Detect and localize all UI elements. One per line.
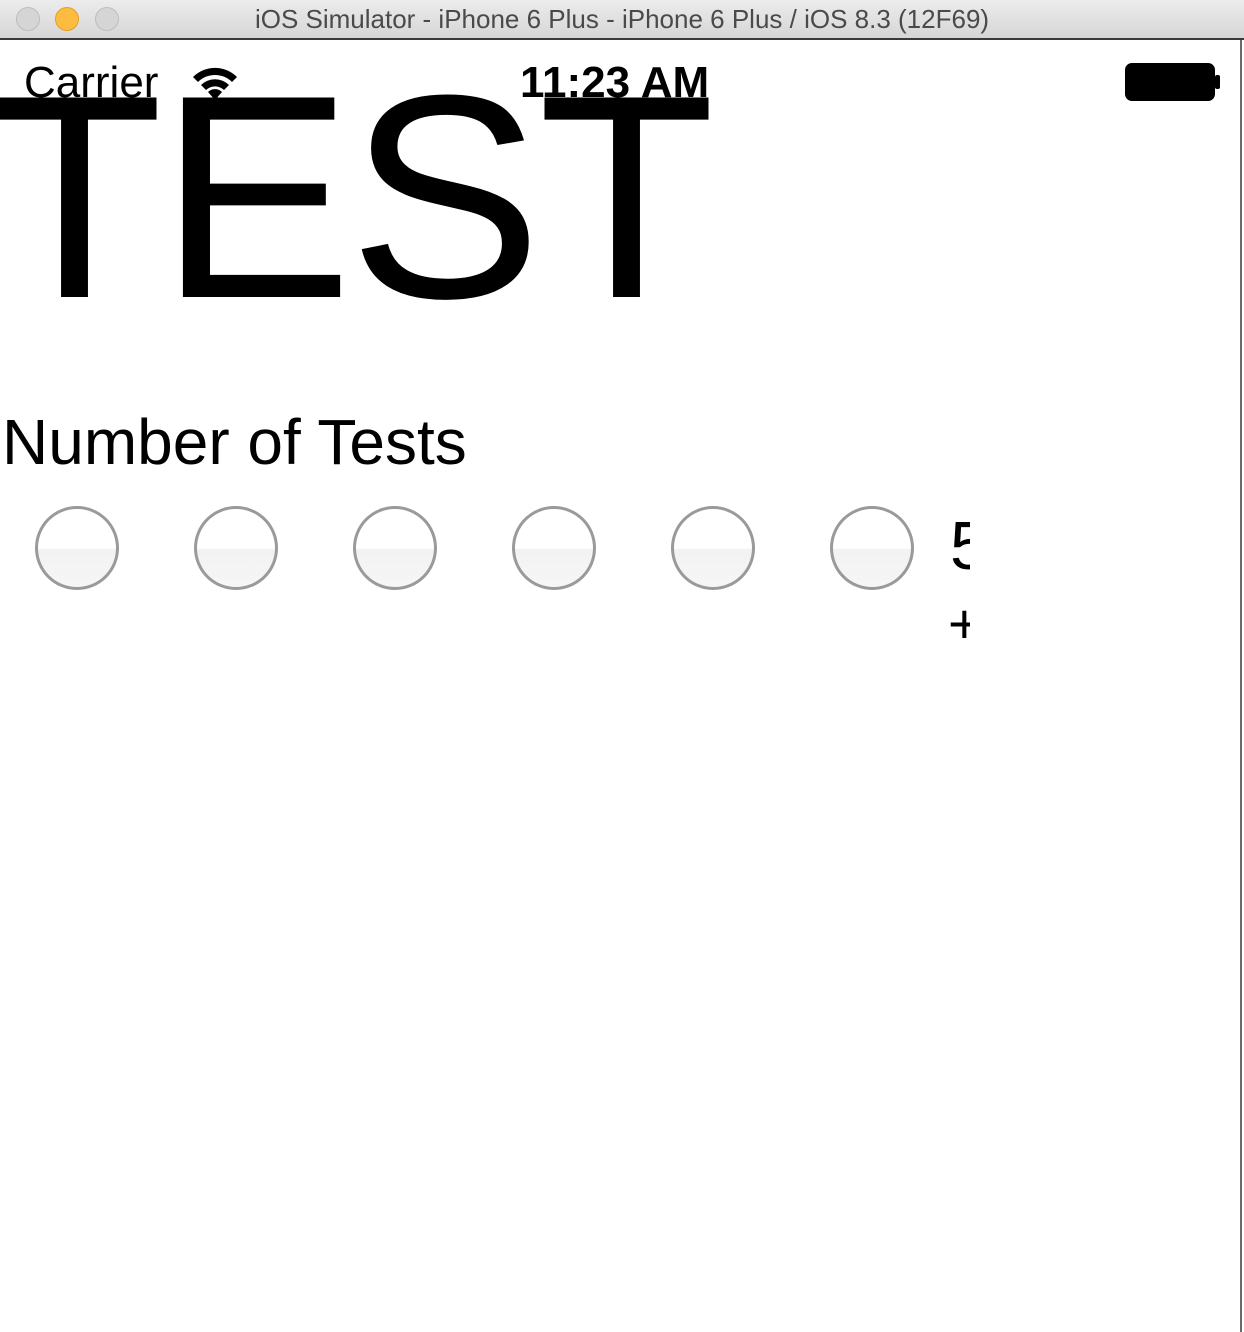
radio-button-3[interactable] xyxy=(353,506,437,590)
window-frame-edge xyxy=(1240,40,1242,1332)
window-titlebar[interactable]: iOS Simulator - iPhone 6 Plus - iPhone 6… xyxy=(0,0,1244,40)
clipped-stepper-area: 5 + xyxy=(950,502,970,662)
radio-button-1[interactable] xyxy=(35,506,119,590)
simulator-window: iOS Simulator - iPhone 6 Plus - iPhone 6… xyxy=(0,0,1244,1332)
ios-screen: Carrier 11:23 AM TEST Number of Tests 5 … xyxy=(0,42,1240,1332)
radio-button-6[interactable] xyxy=(830,506,914,590)
radio-button-5[interactable] xyxy=(671,506,755,590)
window-title: iOS Simulator - iPhone 6 Plus - iPhone 6… xyxy=(254,4,990,34)
page-title: TEST xyxy=(0,42,715,359)
radio-button-4[interactable] xyxy=(512,506,596,590)
battery-icon xyxy=(1125,63,1220,101)
test-count-value: 5 xyxy=(950,508,970,584)
radio-button-2[interactable] xyxy=(194,506,278,590)
stepper-plus-button[interactable]: + xyxy=(950,594,970,654)
number-of-tests-label: Number of Tests xyxy=(2,406,467,478)
